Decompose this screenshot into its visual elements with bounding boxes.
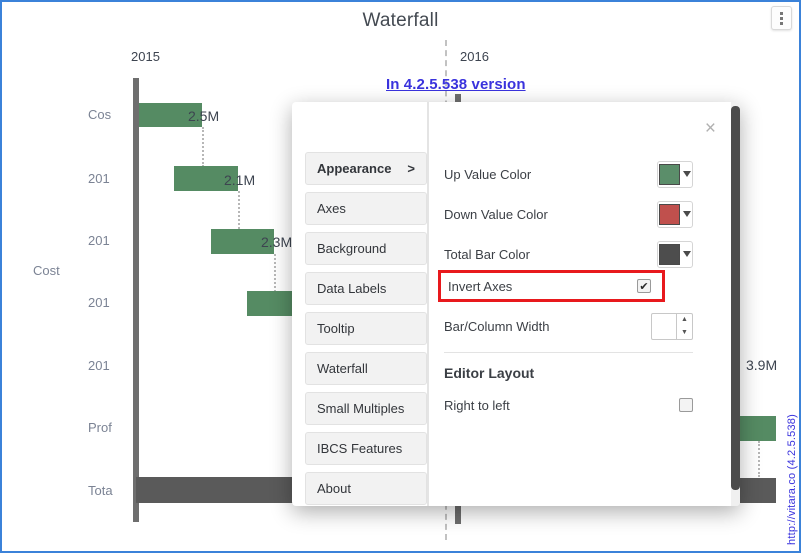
field-label: Invert Axes [448, 278, 513, 294]
bar-profit[interactable] [740, 416, 776, 441]
editor-layout-heading: Editor Layout [444, 365, 535, 381]
dot [780, 21, 783, 25]
field-up-value-color: Up Value Color [429, 154, 731, 194]
connector-line [238, 191, 240, 229]
chevron-down-icon [683, 211, 691, 217]
bar-total-2016[interactable] [740, 478, 776, 503]
nav-item-small-multiples[interactable]: Small Multiples [305, 392, 427, 425]
vendor-watermark: http://vitara.co (4.2.5.538) [786, 414, 798, 545]
y-tick-label: Cos [88, 107, 112, 122]
field-right-to-left: Right to left [429, 385, 731, 425]
y-tick-label: Tota [88, 483, 113, 498]
category-axis-2015 [133, 78, 139, 522]
y-axis-title: Cost [33, 263, 60, 278]
field-total-bar-color: Total Bar Color [429, 234, 731, 274]
connector-line [202, 127, 204, 167]
app-window: Waterfall 2015 2016 Cos 201 201 201 201 … [0, 0, 801, 553]
version-annotation-link[interactable]: In 4.2.5.538 version [386, 76, 526, 93]
down-value-color-picker[interactable] [657, 200, 693, 228]
y-tick-label: 201 [88, 171, 110, 186]
chevron-right-icon: > [407, 161, 415, 176]
stepper-up-icon[interactable]: ▲ [677, 314, 692, 327]
column-header-2015: 2015 [131, 49, 160, 64]
field-label: Bar/Column Width [444, 318, 550, 334]
connector-line [274, 254, 276, 292]
field-label: Up Value Color [444, 166, 532, 182]
overflow-menu-icon[interactable] [771, 6, 792, 30]
field-label: Total Bar Color [444, 246, 530, 262]
nav-item-ibcs-features[interactable]: IBCS Features [305, 432, 427, 465]
checkmark-icon: ✔ [639, 280, 649, 293]
y-tick-label: Prof [88, 420, 112, 435]
chevron-down-icon [683, 171, 691, 177]
color-chip [659, 203, 680, 225]
bar-total-2015[interactable] [136, 477, 311, 503]
field-label: Down Value Color [444, 206, 548, 222]
column-header-2016: 2016 [460, 49, 489, 64]
stepper-down-icon[interactable]: ▼ [677, 326, 692, 339]
nav-item-label: Appearance [317, 161, 392, 176]
appearance-panel: Up Value Color Down Value Color Total Ba… [429, 102, 731, 506]
field-invert-axes-highlighted: Invert Axes ✔ [438, 270, 665, 302]
stepper-buttons: ▲ ▼ [676, 313, 692, 339]
nav-item-label: Background [317, 241, 387, 256]
nav-item-appearance[interactable]: Appearance > [305, 152, 427, 185]
nav-item-about[interactable]: About [305, 472, 427, 505]
invert-axes-checkbox[interactable]: ✔ [637, 279, 651, 293]
connector-line [758, 441, 760, 477]
nav-item-tooltip[interactable]: Tooltip [305, 312, 427, 345]
y-tick-label: 201 [88, 295, 110, 310]
bar-column-width-input[interactable] [652, 314, 676, 339]
scrollbar-thumb[interactable] [731, 106, 740, 490]
right-to-left-checkbox[interactable] [679, 398, 693, 412]
nav-item-data-labels[interactable]: Data Labels [305, 272, 427, 305]
bar-label-profit: 3.9M [746, 357, 778, 373]
dialog-nav: Appearance > Axes Background Data Labels… [292, 102, 429, 506]
nav-item-label: Waterfall [317, 361, 368, 376]
dot [780, 11, 783, 15]
nav-item-label: About [317, 481, 351, 496]
nav-item-label: Axes [317, 201, 346, 216]
field-down-value-color: Down Value Color [429, 194, 731, 234]
nav-item-background[interactable]: Background [305, 232, 427, 265]
bar-label-2014: 2.3M [261, 234, 293, 250]
nav-item-axes[interactable]: Axes [305, 192, 427, 225]
settings-dialog: × Appearance > Axes Background Data Labe… [292, 102, 740, 506]
color-chip [659, 163, 680, 185]
chevron-down-icon [683, 251, 691, 257]
nav-item-label: Small Multiples [317, 401, 405, 416]
chart-title: Waterfall [362, 10, 439, 31]
dot [780, 16, 783, 20]
nav-item-label: Data Labels [317, 281, 387, 296]
total-bar-color-picker[interactable] [657, 240, 693, 268]
y-tick-label: 201 [88, 358, 110, 373]
bar-column-width-stepper[interactable]: ▲ ▼ [651, 312, 693, 340]
y-tick-label: 201 [88, 233, 110, 248]
field-label: Right to left [444, 397, 510, 413]
color-chip [659, 243, 680, 265]
nav-item-label: Tooltip [317, 321, 355, 336]
dialog-scrollbar[interactable] [731, 102, 740, 506]
up-value-color-picker[interactable] [657, 160, 693, 188]
dialog-body: Appearance > Axes Background Data Labels… [292, 102, 731, 506]
bar-label-2013: 2.1M [224, 172, 256, 188]
field-bar-column-width: Bar/Column Width ▲ ▼ [429, 306, 731, 346]
nav-item-label: IBCS Features [317, 441, 403, 456]
nav-item-waterfall[interactable]: Waterfall [305, 352, 427, 385]
bar-label-cost: 2.5M [188, 108, 220, 124]
